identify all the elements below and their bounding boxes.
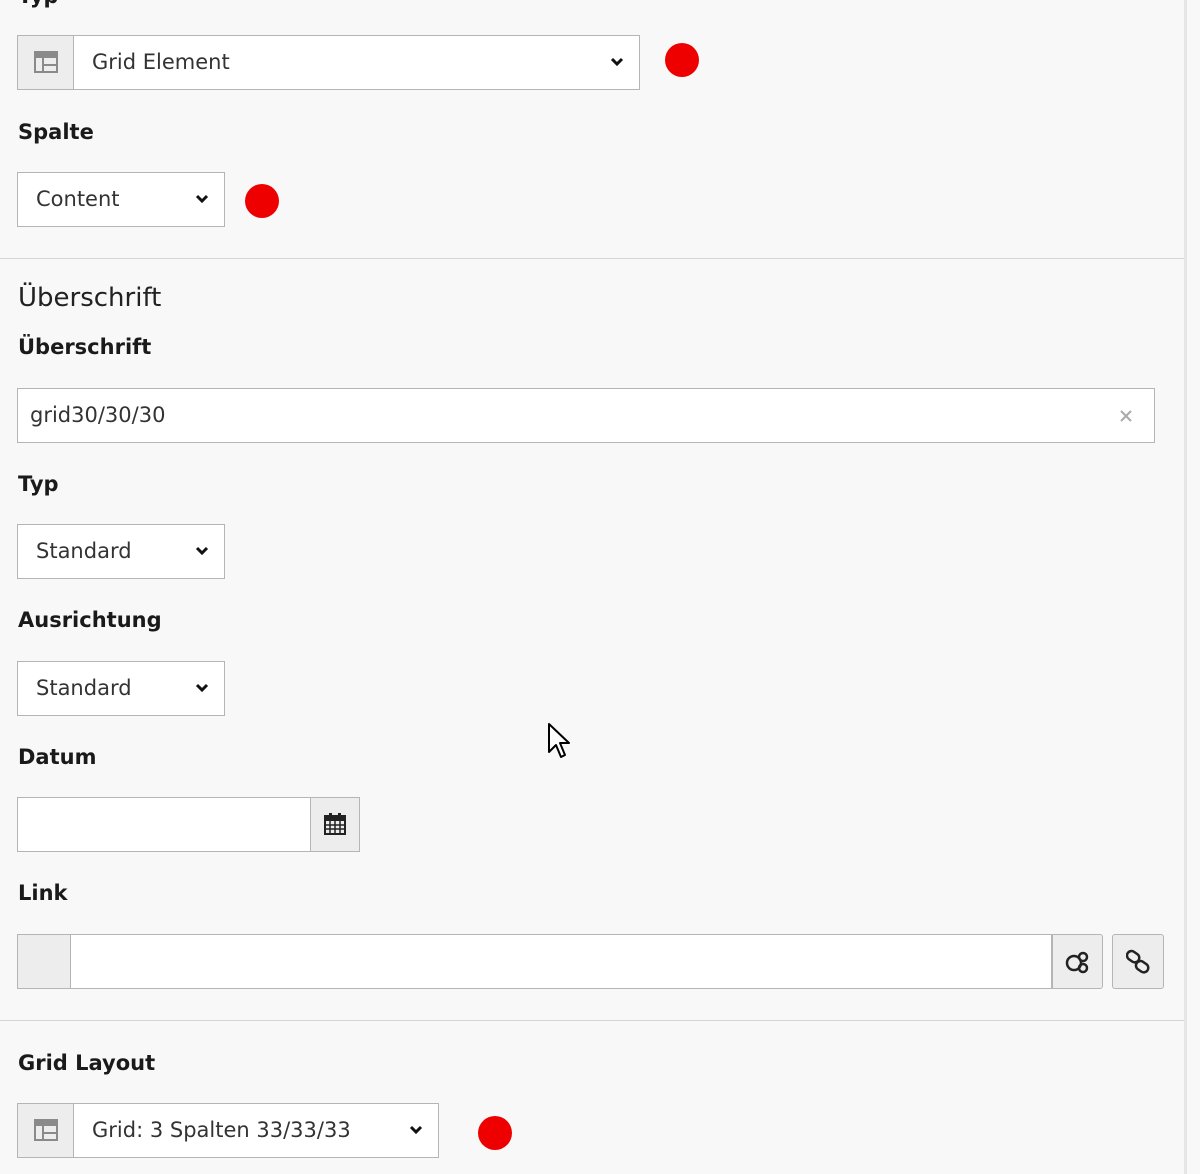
grid-layout-icon (34, 51, 58, 73)
alignment-label: Ausrichtung (18, 608, 162, 632)
link-label: Link (18, 881, 68, 905)
chevron-down-icon (195, 194, 209, 204)
section-title-header: Überschrift (18, 283, 162, 313)
date-picker-button[interactable] (310, 797, 360, 852)
grid-layout-label: Grid Layout (18, 1051, 156, 1075)
grid-layout-select[interactable]: Grid: 3 Spalten 33/33/33 (17, 1103, 439, 1158)
header-input-value: grid30/30/30 (30, 403, 166, 427)
chevron-down-icon (409, 1125, 423, 1135)
header-type-select[interactable]: Standard (17, 524, 225, 579)
type-select-value: Grid Element (92, 50, 230, 74)
header-label: Überschrift (18, 335, 152, 359)
link-browser-button[interactable] (1052, 934, 1103, 989)
header-type-select-value: Standard (36, 539, 132, 563)
date-input[interactable] (17, 797, 311, 852)
header-input[interactable]: grid30/30/30 (17, 388, 1155, 443)
close-icon[interactable] (1119, 409, 1133, 423)
link-addon (17, 934, 71, 989)
link-input[interactable] (70, 934, 1052, 989)
chevron-down-icon (610, 57, 624, 67)
grid-layout-icon (34, 1119, 58, 1141)
section-divider (0, 258, 1184, 259)
header-type-label: Typ (18, 472, 59, 496)
grid-layout-select-value: Grid: 3 Spalten 33/33/33 (92, 1118, 351, 1142)
marker-dot (665, 43, 699, 77)
grid-layout-icon-addon (17, 1103, 74, 1158)
marker-dot (478, 1116, 512, 1150)
date-label: Datum (18, 745, 97, 769)
column-select-value: Content (36, 187, 120, 211)
calendar-icon (324, 813, 346, 835)
section-divider (0, 1020, 1184, 1021)
column-select[interactable]: Content (17, 172, 225, 227)
type-select[interactable]: Grid Element (17, 35, 640, 90)
link-button[interactable] (1112, 934, 1164, 989)
link-browser-icon (1065, 951, 1089, 974)
type-label: Typ (18, 0, 59, 8)
mouse-pointer-icon (548, 723, 570, 758)
chevron-down-icon (195, 683, 209, 693)
chevron-down-icon (195, 546, 209, 556)
type-select-icon-addon (17, 35, 74, 90)
panel-edge (1184, 0, 1187, 1174)
alignment-select[interactable]: Standard (17, 661, 225, 716)
marker-dot (245, 184, 279, 218)
chain-link-icon (1126, 949, 1150, 974)
column-label: Spalte (18, 120, 94, 144)
alignment-select-value: Standard (36, 676, 132, 700)
